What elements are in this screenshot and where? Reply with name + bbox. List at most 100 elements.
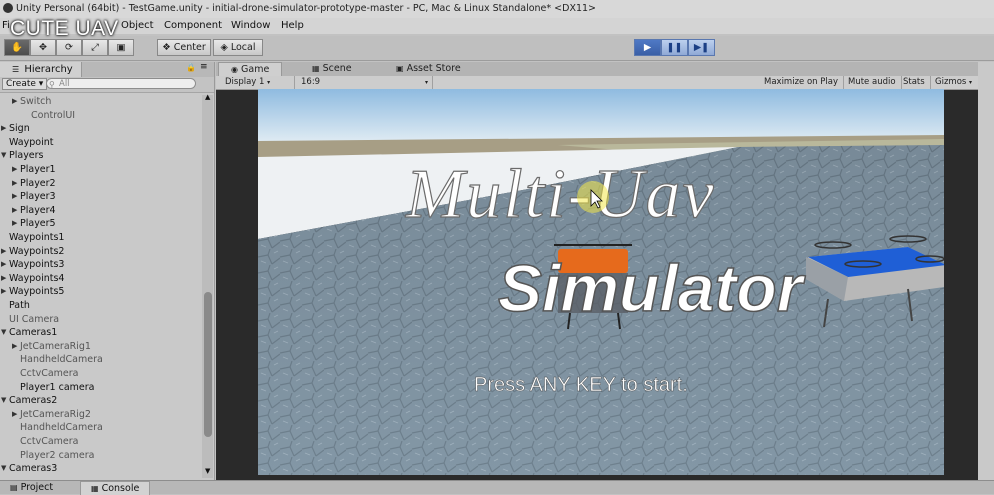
- collapsed-arrow-icon[interactable]: ▶: [12, 190, 17, 203]
- hierarchy-item-label: Player4: [20, 204, 56, 216]
- maximize-on-play-toggle[interactable]: Maximize on Play: [759, 76, 844, 89]
- hierarchy-item[interactable]: ▶ JetCameraRig2: [0, 408, 200, 421]
- hierarchy-item[interactable]: ▶ Player5: [0, 217, 200, 230]
- pause-button[interactable]: ❚❚: [661, 39, 688, 56]
- hierarchy-scrollbar[interactable]: ▲ ▼: [202, 93, 213, 478]
- expanded-arrow-icon[interactable]: ▼: [1, 394, 6, 407]
- hierarchy-item-label: HandheldCamera: [20, 422, 103, 434]
- mute-audio-toggle[interactable]: Mute audio: [843, 76, 902, 89]
- hierarchy-item[interactable]: ▶ Sign: [0, 122, 200, 135]
- tab-hierarchy[interactable]: ☰ Hierarchy: [0, 62, 82, 77]
- hierarchy-item[interactable]: ▼ Players: [0, 149, 200, 162]
- step-button[interactable]: ▶❚: [688, 39, 715, 56]
- hierarchy-item[interactable]: ▶ Waypoints5: [0, 285, 200, 298]
- hierarchy-item[interactable]: Player2 camera: [0, 449, 200, 462]
- hierarchy-tree: ▶ Switch ControlUI ▶ Sign Waypoint ▼ Players ▶ Pl…: [0, 95, 202, 478]
- space-toggle-button[interactable]: ◈ Local: [213, 39, 263, 56]
- collapsed-arrow-icon[interactable]: ▶: [12, 95, 17, 108]
- hierarchy-item[interactable]: Player1 camera: [0, 381, 200, 394]
- gizmos-dropdown[interactable]: Gizmos ▾: [930, 76, 977, 89]
- collapsed-arrow-icon[interactable]: ▶: [1, 285, 6, 298]
- hierarchy-item[interactable]: Waypoints1: [0, 231, 200, 244]
- hierarchy-item[interactable]: CctvCamera: [0, 435, 200, 448]
- hierarchy-item-label: ControlUI: [31, 109, 76, 121]
- dropdown-arrow-icon: ▾: [267, 79, 271, 86]
- search-icon: ⚲: [49, 80, 55, 89]
- move-tool-button[interactable]: ✥: [30, 39, 56, 56]
- hierarchy-scroll-thumb[interactable]: [204, 292, 212, 437]
- tab-asset-store-label: Asset Store: [406, 63, 461, 74]
- game-viewport[interactable]: Multi-Uav Simulator Press ANY KEY to sta…: [258, 89, 944, 475]
- menu-help[interactable]: Help: [281, 20, 304, 31]
- expanded-arrow-icon[interactable]: ▼: [1, 149, 6, 162]
- scale-tool-button[interactable]: ⤢: [82, 39, 108, 56]
- rotate-icon: ⟳: [65, 42, 73, 53]
- menu-window[interactable]: Window: [231, 20, 270, 31]
- tab-game[interactable]: ◉ Game: [218, 62, 283, 77]
- tab-asset-store[interactable]: ▣ Asset Store: [384, 62, 473, 76]
- expanded-arrow-icon[interactable]: ▼: [1, 326, 6, 339]
- hierarchy-item[interactable]: HandheldCamera: [0, 353, 200, 366]
- tab-scene[interactable]: ▦ Scene: [300, 62, 364, 76]
- hierarchy-item[interactable]: ▶ Waypoints3: [0, 258, 200, 271]
- expanded-arrow-icon[interactable]: ▼: [1, 462, 6, 475]
- display-dropdown[interactable]: Display 1 ▾: [220, 76, 295, 89]
- hierarchy-item[interactable]: HandheldCamera: [0, 421, 200, 434]
- hierarchy-item[interactable]: CctvCamera: [0, 367, 200, 380]
- hierarchy-item[interactable]: ▶ Waypoints4: [0, 272, 200, 285]
- scroll-up-icon[interactable]: ▲: [205, 93, 210, 101]
- hierarchy-item-label: Player2: [20, 177, 56, 189]
- hierarchy-item[interactable]: ▶ Player4: [0, 204, 200, 217]
- menu-gameobject[interactable]: Object: [121, 20, 154, 31]
- collapsed-arrow-icon[interactable]: ▶: [12, 340, 17, 353]
- hierarchy-item[interactable]: ▼ Cameras1: [0, 326, 200, 339]
- collapsed-arrow-icon[interactable]: ▶: [1, 272, 6, 285]
- collapsed-arrow-icon[interactable]: ▶: [1, 258, 6, 271]
- hierarchy-item[interactable]: ▶ Switch: [0, 95, 200, 108]
- collapsed-arrow-icon[interactable]: ▶: [12, 204, 17, 217]
- panel-menu-icon[interactable]: ≡: [200, 62, 208, 72]
- hierarchy-item-label: Player2 camera: [20, 449, 95, 461]
- hierarchy-item-label: JetCameraRig2: [20, 408, 91, 420]
- lock-icon[interactable]: 🔒: [186, 63, 196, 72]
- globe-icon: ◈: [220, 42, 228, 53]
- hierarchy-item[interactable]: ▼ Cameras3: [0, 462, 200, 475]
- hierarchy-item[interactable]: ▼ Cameras2: [0, 394, 200, 407]
- hierarchy-item[interactable]: Waypoint: [0, 136, 200, 149]
- play-icon: ▶: [643, 42, 652, 53]
- tab-game-label: Game: [241, 64, 270, 75]
- collapsed-arrow-icon[interactable]: ▶: [12, 163, 17, 176]
- collapsed-arrow-icon[interactable]: ▶: [12, 408, 17, 421]
- create-dropdown[interactable]: Create ▾: [2, 78, 48, 90]
- hierarchy-item[interactable]: ▶ Waypoints2: [0, 245, 200, 258]
- window-title: Unity Personal (64bit) - TestGame.unity …: [16, 3, 596, 14]
- hierarchy-item[interactable]: Path: [0, 299, 200, 312]
- hierarchy-item[interactable]: UI Camera: [0, 313, 200, 326]
- hand-tool-button[interactable]: ✋: [4, 39, 30, 56]
- tab-project[interactable]: ▤ Project: [0, 481, 63, 494]
- stats-toggle[interactable]: Stats: [898, 76, 931, 89]
- create-label: Create: [6, 79, 36, 89]
- collapsed-arrow-icon[interactable]: ▶: [1, 245, 6, 258]
- main-toolbar: ✋ ✥ ⟳ ⤢ ▣ ❖ Center ◈ Local ▶ ❚❚ ▶❚: [0, 36, 994, 61]
- gizmos-label: Gizmos: [935, 77, 967, 87]
- scroll-down-icon[interactable]: ▼: [205, 467, 210, 475]
- collapsed-arrow-icon[interactable]: ▶: [1, 122, 6, 135]
- hierarchy-item[interactable]: ▶ Player1: [0, 163, 200, 176]
- collapsed-arrow-icon[interactable]: ▶: [12, 177, 17, 190]
- menu-file[interactable]: Fi: [2, 20, 10, 31]
- hierarchy-item[interactable]: ControlUI: [0, 109, 200, 122]
- hierarchy-item-label: Cameras3: [9, 463, 58, 475]
- rect-tool-button[interactable]: ▣: [108, 39, 134, 56]
- pivot-toggle-button[interactable]: ❖ Center: [157, 39, 211, 56]
- aspect-dropdown[interactable]: 16:9 ▾: [296, 76, 433, 89]
- hierarchy-search-input[interactable]: ⚲ All: [46, 78, 196, 89]
- menu-component[interactable]: Component: [164, 20, 222, 31]
- play-button[interactable]: ▶: [634, 39, 661, 56]
- rotate-tool-button[interactable]: ⟳: [56, 39, 82, 56]
- hierarchy-item[interactable]: ▶ JetCameraRig1: [0, 340, 200, 353]
- hierarchy-item-label: CctvCamera: [20, 368, 79, 379]
- hierarchy-item[interactable]: ▶ Player3: [0, 190, 200, 203]
- collapsed-arrow-icon[interactable]: ▶: [12, 217, 17, 230]
- hierarchy-item[interactable]: ▶ Player2: [0, 177, 200, 190]
